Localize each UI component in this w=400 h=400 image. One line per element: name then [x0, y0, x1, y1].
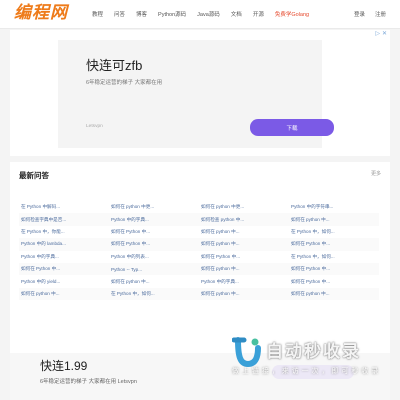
qa-item-text: 在 Python 中，如何...	[111, 290, 155, 296]
nav-item-6[interactable]: 开源	[253, 10, 264, 18]
qa-list-item[interactable]: 在 Python 中，如何...	[289, 251, 379, 263]
qa-list-item[interactable]: 如何在 Python 中...	[19, 262, 109, 276]
qa-item-text: 如何在 python 中...	[201, 228, 240, 234]
ad-card[interactable]: 快连可zfb 6年稳定运营的梯子 大家都在用 Letsvpn 下载	[58, 40, 334, 148]
qa-list-item[interactable]: Python 中的字符串...	[289, 201, 379, 213]
qa-list-item[interactable]: 如何在 python 中...	[199, 287, 289, 301]
qa-list-item[interactable]: 如何在 Python 中...	[289, 262, 379, 276]
more-link[interactable]: 更多	[371, 170, 381, 177]
qa-list-item[interactable]: Python 中的字典...	[199, 275, 289, 287]
qa-item-text: 在 Python 中解码...	[21, 204, 61, 210]
qa-item-text: Python 中的字典...	[201, 278, 239, 284]
qa-list: 在 Python 中解码... 如何在 python 中更... 如何在 pytho…	[19, 201, 379, 301]
qa-list-item[interactable]: 如何在 python 中...	[109, 275, 199, 287]
qa-list-item[interactable]: 如何在 python 中更...	[109, 201, 199, 213]
nav-item-4[interactable]: Java源码	[197, 10, 220, 18]
qa-list-item[interactable]: 如何在 Python 中...	[289, 275, 379, 287]
ad-banner: ▷ ✕ 快连可zfb 6年稳定运营的梯子 大家都在用 Letsvpn 下载	[10, 30, 390, 156]
qa-item-text: 如何在 Python 中...	[291, 278, 331, 284]
section-title: 最新问答	[19, 171, 49, 180]
qa-item-text: 如何在 Python 中...	[291, 241, 331, 247]
qa-list-item[interactable]: 如何在 Python 中...	[289, 238, 379, 251]
qa-list-item[interactable]: 如何在 python 中...	[199, 262, 289, 276]
qa-item-text: Python 中的 yield...	[21, 278, 61, 284]
qa-item-text: Python 中的字符串...	[291, 204, 334, 210]
login-link[interactable]: 登录	[354, 10, 365, 18]
ad-subtitle: 6年稳定运营的梯子 大家都在用	[86, 80, 163, 86]
ad-close-icon[interactable]: ✕	[382, 31, 387, 37]
qa-item-text: 如何在 python 中...	[201, 266, 240, 272]
qa-list-item[interactable]: 在 Python 中，你能...	[19, 226, 109, 238]
qa-item-text: 如何在 Python 中...	[21, 266, 61, 272]
qa-item-text: 如何在 Python 中...	[111, 241, 151, 247]
site-logo[interactable]: 编程网	[14, 2, 68, 24]
qa-list-item[interactable]: 如何在 python 中...	[19, 287, 109, 301]
qa-list-item[interactable]: 如何检查字典中是否...	[19, 213, 109, 226]
qa-list-item[interactable]: 在 Python 中解码...	[19, 201, 109, 213]
qa-list-item[interactable]: Python 中的 lambda...	[19, 238, 109, 251]
qa-list-item[interactable]: Python 中的字典...	[109, 213, 199, 226]
qa-item-text: 如何在 Python 中...	[201, 253, 241, 259]
bottom-ad-banner[interactable]: 快连1.99 6年稳定运营的梯子 大家都在用 Letsvpn	[10, 353, 390, 400]
qa-item-text: 如何在 python 中...	[291, 216, 330, 222]
bottom-ad-title: 快连1.99	[40, 359, 88, 373]
nav-item-7[interactable]: 免费学Golang	[275, 10, 309, 18]
qa-list-item[interactable]: 在 Python 中，如何...	[109, 287, 199, 301]
auth-links: 登录 注册	[344, 0, 386, 28]
qa-list-item[interactable]: 如何在 Python 中...	[199, 251, 289, 263]
qa-item-text: 如何在 python 中更...	[201, 204, 245, 210]
qa-item-text: Python -- Typ...	[111, 266, 143, 272]
qa-item-text: Python 中的字典...	[111, 216, 149, 222]
qa-list-item[interactable]: 如何在 python 中...	[289, 213, 379, 226]
qa-list-item[interactable]: 如何在 python 中更...	[199, 201, 289, 213]
bottom-ad-subtitle: 6年稳定运营的梯子 大家都在用 Letsvpn	[40, 379, 137, 385]
qa-item-text: 如何在 python 中更...	[111, 204, 155, 210]
qa-item-text: 如何在 python 中...	[111, 278, 150, 284]
bottom-ad-button[interactable]	[272, 365, 354, 379]
qa-item-text: Python 中的字典...	[21, 253, 59, 259]
qa-item-text: 如何检查字典中是否...	[21, 216, 67, 222]
qa-list-item[interactable]: Python 中的列表...	[109, 251, 199, 263]
qa-item-text: 如何在 python 中...	[291, 290, 330, 296]
qa-item-text: 在 Python 中，你能...	[21, 228, 65, 234]
nav-item-1[interactable]: 问答	[114, 10, 125, 18]
qa-list-item[interactable]: 如何在 Python 中...	[109, 226, 199, 238]
nav-item-5[interactable]: 文档	[231, 10, 242, 18]
qa-item-text: 如何在 python 中...	[201, 290, 240, 296]
main-nav: 教程 问答 博客 Python源码 Java源码 文档 开源 免费学Golang	[92, 0, 320, 28]
qa-item-text: 如何在 python 中...	[21, 290, 60, 296]
ad-info-icon[interactable]: ▷	[375, 31, 380, 37]
qa-item-text: Python 中的列表...	[111, 253, 149, 259]
qa-list-item[interactable]: 在 Python 中，如何...	[289, 226, 379, 238]
nav-item-2[interactable]: 博客	[136, 10, 147, 18]
qa-item-text: Python 中的 lambda...	[21, 241, 66, 247]
qa-list-item[interactable]: 如何在 python 中...	[289, 287, 379, 301]
qa-item-text: 如何在 Python 中...	[111, 228, 151, 234]
qa-list-item[interactable]: Python 中的字典...	[19, 251, 109, 263]
nav-item-3[interactable]: Python源码	[158, 10, 186, 18]
ad-download-button[interactable]: 下载	[250, 119, 334, 136]
ad-brand: Letsvpn	[86, 124, 103, 129]
qa-list-item[interactable]: Python -- Typ...	[109, 262, 199, 276]
qa-list-item[interactable]: 如何在 python 中...	[199, 226, 289, 238]
site-header: 编程网 教程 问答 博客 Python源码 Java源码 文档 开源 免费学Golang 登录…	[0, 0, 400, 29]
qa-item-text: 在 Python 中，如何...	[291, 253, 335, 259]
qa-list-item[interactable]: 如何在 python 中...	[199, 238, 289, 251]
qa-item-text: 在 Python 中，如何...	[291, 228, 335, 234]
qa-item-text: 如何在 python 中...	[201, 241, 240, 247]
qa-list-item[interactable]: 如何在 Python 中...	[109, 238, 199, 251]
ad-choice-icons: ▷ ✕	[375, 31, 387, 37]
qa-item-text: 如何在 Python 中...	[291, 266, 331, 272]
nav-item-0[interactable]: 教程	[92, 10, 103, 18]
ad-title: 快连可zfb	[86, 58, 143, 73]
register-link[interactable]: 注册	[375, 10, 386, 18]
qa-list-item[interactable]: 如何检查 python 中...	[199, 213, 289, 226]
qa-list-item[interactable]: Python 中的 yield...	[19, 275, 109, 287]
qa-item-text: 如何检查 python 中...	[201, 216, 245, 222]
